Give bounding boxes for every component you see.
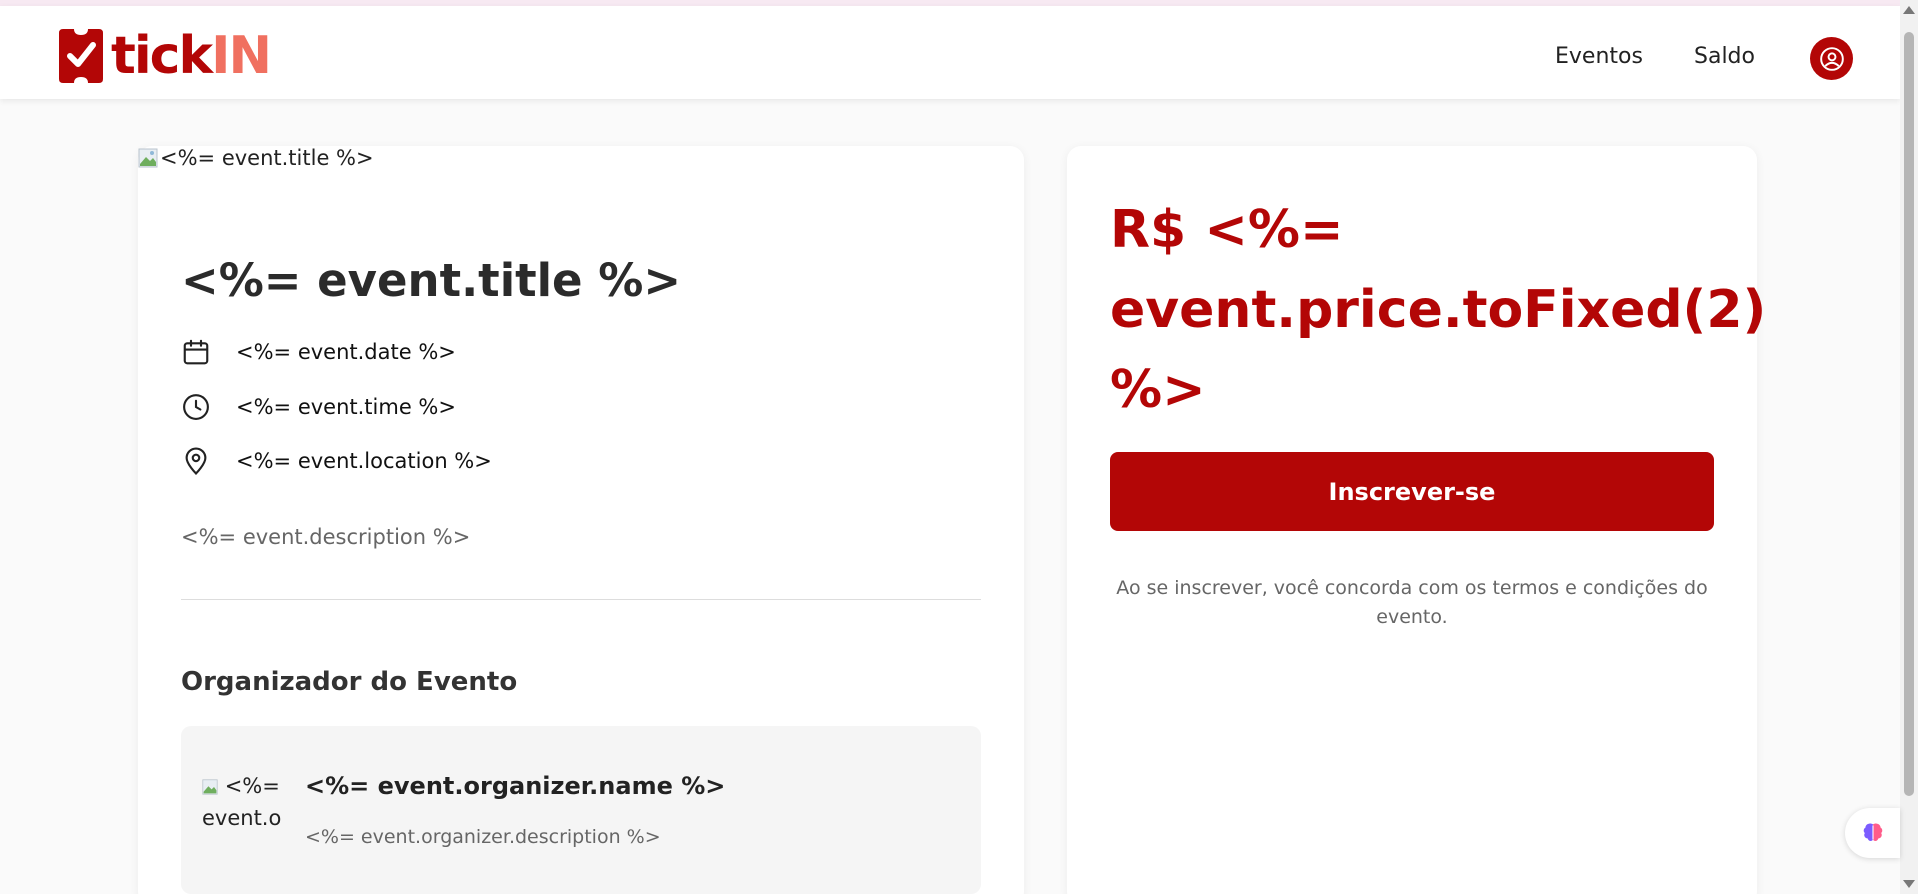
scroll-up-arrow[interactable]	[1903, 6, 1915, 14]
event-time-row: <%= event.time %>	[181, 392, 456, 422]
broken-image-icon	[202, 779, 218, 795]
logo[interactable]: tickIN	[59, 26, 272, 86]
map-pin-icon	[185, 447, 207, 476]
ticket-check-icon	[59, 29, 103, 83]
event-time: <%= event.time %>	[236, 395, 456, 419]
organizer-box	[181, 726, 981, 894]
profile-button[interactable]	[1810, 37, 1853, 80]
scrollbar-thumb[interactable]	[1904, 32, 1914, 796]
divider	[181, 599, 981, 600]
organizer-heading: Organizador do Evento	[181, 667, 518, 697]
assistant-button[interactable]	[1845, 808, 1900, 858]
nav-saldo-link[interactable]: Saldo	[1694, 44, 1755, 69]
event-location-row: <%= event.location %>	[181, 446, 492, 476]
clock-icon	[183, 394, 209, 420]
user-circle-icon	[1819, 46, 1844, 71]
broken-image-icon	[138, 148, 158, 168]
event-description: <%= event.description %>	[181, 525, 471, 549]
subscribe-button[interactable]: Inscrever-se	[1110, 452, 1714, 531]
terms-notice: Ao se inscrever, você concorda com os te…	[1116, 577, 1708, 628]
organizer-name: <%= event.organizer.name %>	[305, 772, 726, 800]
event-title: <%= event.title %>	[181, 254, 682, 307]
logo-text-in: IN	[211, 26, 272, 86]
event-location: <%= event.location %>	[236, 449, 492, 473]
scroll-down-arrow[interactable]	[1903, 880, 1915, 888]
event-price: R$ <%= event.price.toFixed(2) %>	[1110, 200, 1767, 420]
nav-eventos-link[interactable]: Eventos	[1555, 44, 1643, 69]
organizer-description: <%= event.organizer.description %>	[305, 826, 661, 848]
calendar-icon	[183, 339, 209, 365]
logo-text-tick: tick	[111, 26, 213, 86]
event-image-alt: <%= event.title %>	[160, 146, 374, 170]
navbar: tickIN Eventos Saldo	[0, 6, 1900, 99]
event-image: <%= event.title %>	[138, 146, 374, 170]
event-date-row: <%= event.date %>	[181, 337, 456, 367]
event-date: <%= event.date %>	[236, 340, 456, 364]
organizer-image: <%= event.o	[202, 770, 282, 832]
logo-text: tickIN	[111, 26, 272, 86]
brain-icon	[1863, 823, 1882, 842]
